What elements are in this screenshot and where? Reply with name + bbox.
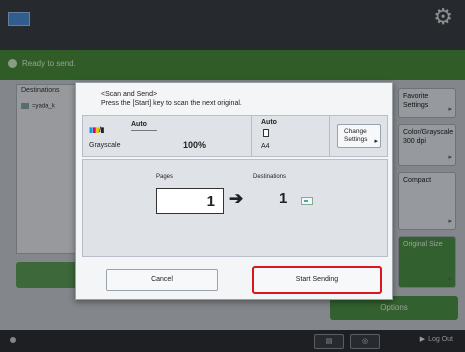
pages-count: 1 xyxy=(156,188,224,214)
start-sending-button[interactable]: Start Sending xyxy=(252,266,382,294)
cancel-button[interactable]: Cancel xyxy=(106,269,218,291)
change-settings-button[interactable]: Change Settings ▸ xyxy=(337,124,381,148)
change-settings-line-1: Change xyxy=(344,128,367,135)
dialog-title-line-1: <Scan and Send> xyxy=(101,91,158,98)
paper-size-value: A4 xyxy=(261,143,270,150)
arrow-right-icon: ➔ xyxy=(229,189,244,208)
color-mode-icon: ▮▮▮/▮ xyxy=(89,127,104,134)
scan-settings-summary: ▮▮▮/▮ Auto Grayscale 100% Auto A4 Change… xyxy=(82,115,388,157)
destinations-count: 1 xyxy=(279,190,288,207)
pages-label: Pages xyxy=(156,174,174,180)
dialog-title-line-2: Press the [Start] key to scan the next o… xyxy=(101,100,242,107)
color-auto-label: Auto xyxy=(131,121,147,128)
destination-icon xyxy=(301,197,313,205)
destinations-label: Destinations xyxy=(253,174,287,180)
zoom-value: 100% xyxy=(183,140,207,150)
color-mode-value: Grayscale xyxy=(89,142,121,149)
dialog-title: <Scan and Send> Press the [Start] key to… xyxy=(101,90,242,108)
document-icon xyxy=(263,129,269,137)
scan-and-send-dialog: <Scan and Send> Press the [Start] key to… xyxy=(75,82,393,300)
size-auto-label: Auto xyxy=(261,119,277,126)
chevron-right-icon: ▸ xyxy=(374,138,378,145)
scan-count-panel: Pages Destinations 1 ➔ 1 xyxy=(82,159,388,257)
